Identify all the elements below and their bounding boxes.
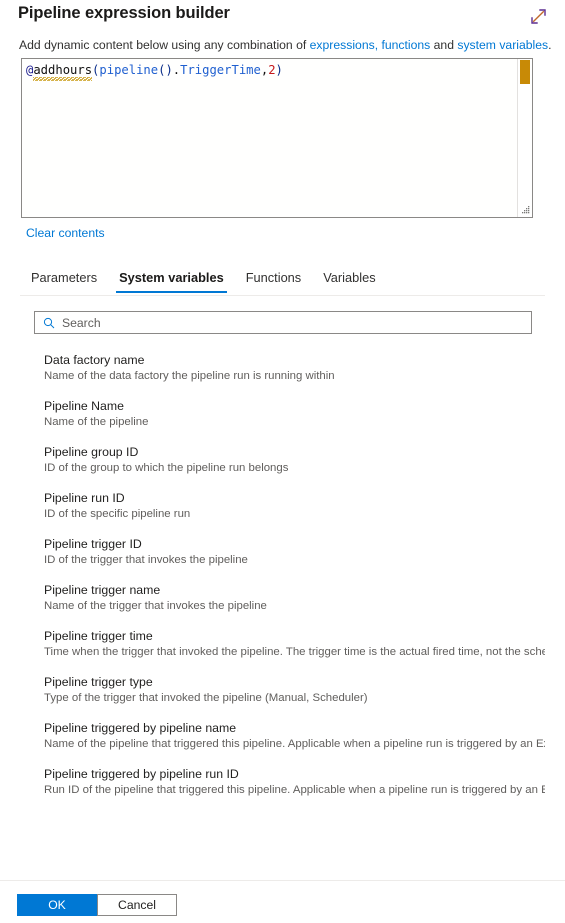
variable-name: Pipeline group ID [44, 445, 139, 459]
variable-description: Name of the trigger that invokes the pip… [44, 600, 267, 612]
panel-subtitle: Add dynamic content below using any comb… [19, 38, 552, 52]
tab-variables[interactable]: Variables [312, 268, 386, 293]
variable-description: Name of the pipeline [44, 416, 149, 428]
variable-description: Time when the trigger that invoked the p… [44, 646, 545, 658]
expression-editor[interactable]: @addhours (pipeline().TriggerTime,2) [21, 58, 533, 218]
variable-name: Data factory name [44, 353, 145, 367]
pipeline-expression-builder-panel: Pipeline expression builder Add dynamic … [0, 0, 565, 923]
variable-description: Name of the data factory the pipeline ru… [44, 370, 335, 382]
token-function-name: addhours [33, 63, 93, 81]
subtitle-middle: and [430, 38, 458, 52]
token-close-paren-1: ) [275, 63, 283, 77]
variable-description: ID of the specific pipeline run [44, 508, 191, 520]
panel-header: Pipeline expression builder Add dynamic … [0, 0, 565, 60]
page-title: Pipeline expression builder [18, 4, 230, 22]
variable-description: ID of the trigger that invokes the pipel… [44, 554, 248, 566]
token-property-triggertime: TriggerTime [180, 63, 261, 77]
tab-bar: Parameters System variables Functions Va… [20, 268, 545, 296]
tab-system-variables[interactable]: System variables [108, 268, 235, 293]
list-item[interactable]: Pipeline trigger name Name of the trigge… [0, 582, 565, 614]
expand-diagonal-icon[interactable] [525, 3, 551, 29]
list-item[interactable]: Pipeline trigger time Time when the trig… [0, 628, 565, 660]
list-item[interactable]: Pipeline Name Name of the pipeline [0, 398, 565, 430]
expressions-functions-link[interactable]: expressions, functions [310, 38, 431, 52]
variable-description: Run ID of the pipeline that triggered th… [44, 784, 545, 796]
list-item[interactable]: Pipeline triggered by pipeline run ID Ru… [0, 766, 565, 798]
variable-description: Type of the trigger that invoked the pip… [44, 692, 368, 704]
list-item[interactable]: Pipeline trigger type Type of the trigge… [0, 674, 565, 706]
clear-contents-link[interactable]: Clear contents [26, 226, 105, 240]
error-annotation-marker[interactable] [520, 60, 530, 84]
subtitle-suffix: . [548, 38, 552, 52]
system-variables-link[interactable]: system variables [457, 38, 548, 52]
token-function-label: addhours [33, 63, 93, 77]
list-item[interactable]: Data factory name Name of the data facto… [0, 352, 565, 384]
annotation-ruler[interactable] [517, 59, 532, 217]
search-input[interactable] [62, 315, 531, 330]
list-item[interactable]: Pipeline trigger ID ID of the trigger th… [0, 536, 565, 568]
token-number: 2 [268, 63, 276, 77]
search-icon [43, 317, 55, 329]
cancel-button[interactable]: Cancel [97, 894, 177, 916]
token-close-paren-2: ) [165, 63, 173, 77]
search-box[interactable] [34, 311, 532, 334]
error-squiggle-underline [33, 77, 93, 81]
variable-description: ID of the group to which the pipeline ru… [44, 462, 289, 474]
ok-button[interactable]: OK [17, 894, 97, 916]
list-item[interactable]: Pipeline run ID ID of the specific pipel… [0, 490, 565, 522]
system-variables-list: Data factory name Name of the data facto… [0, 352, 565, 852]
variable-name: Pipeline trigger time [44, 629, 153, 643]
variable-name: Pipeline trigger name [44, 583, 161, 597]
list-item[interactable]: Pipeline group ID ID of the group to whi… [0, 444, 565, 476]
variable-name: Pipeline triggered by pipeline name [44, 721, 237, 735]
variable-name: Pipeline triggered by pipeline run ID [44, 767, 239, 781]
resize-grip-icon[interactable] [520, 205, 531, 216]
expression-text[interactable]: @addhours (pipeline().TriggerTime,2) [26, 62, 510, 81]
variable-name: Pipeline run ID [44, 491, 125, 505]
variable-name: Pipeline trigger type [44, 675, 153, 689]
list-item[interactable]: Pipeline triggered by pipeline name Name… [0, 720, 565, 752]
tab-functions[interactable]: Functions [235, 268, 312, 293]
tab-parameters[interactable]: Parameters [20, 268, 108, 293]
variable-name: Pipeline trigger ID [44, 537, 142, 551]
token-builtin-pipeline: pipeline [99, 63, 159, 77]
variable-description: Name of the pipeline that triggered this… [44, 738, 545, 750]
variable-name: Pipeline Name [44, 399, 124, 413]
panel-footer: OK Cancel [0, 880, 565, 923]
subtitle-prefix: Add dynamic content below using any comb… [19, 38, 310, 52]
